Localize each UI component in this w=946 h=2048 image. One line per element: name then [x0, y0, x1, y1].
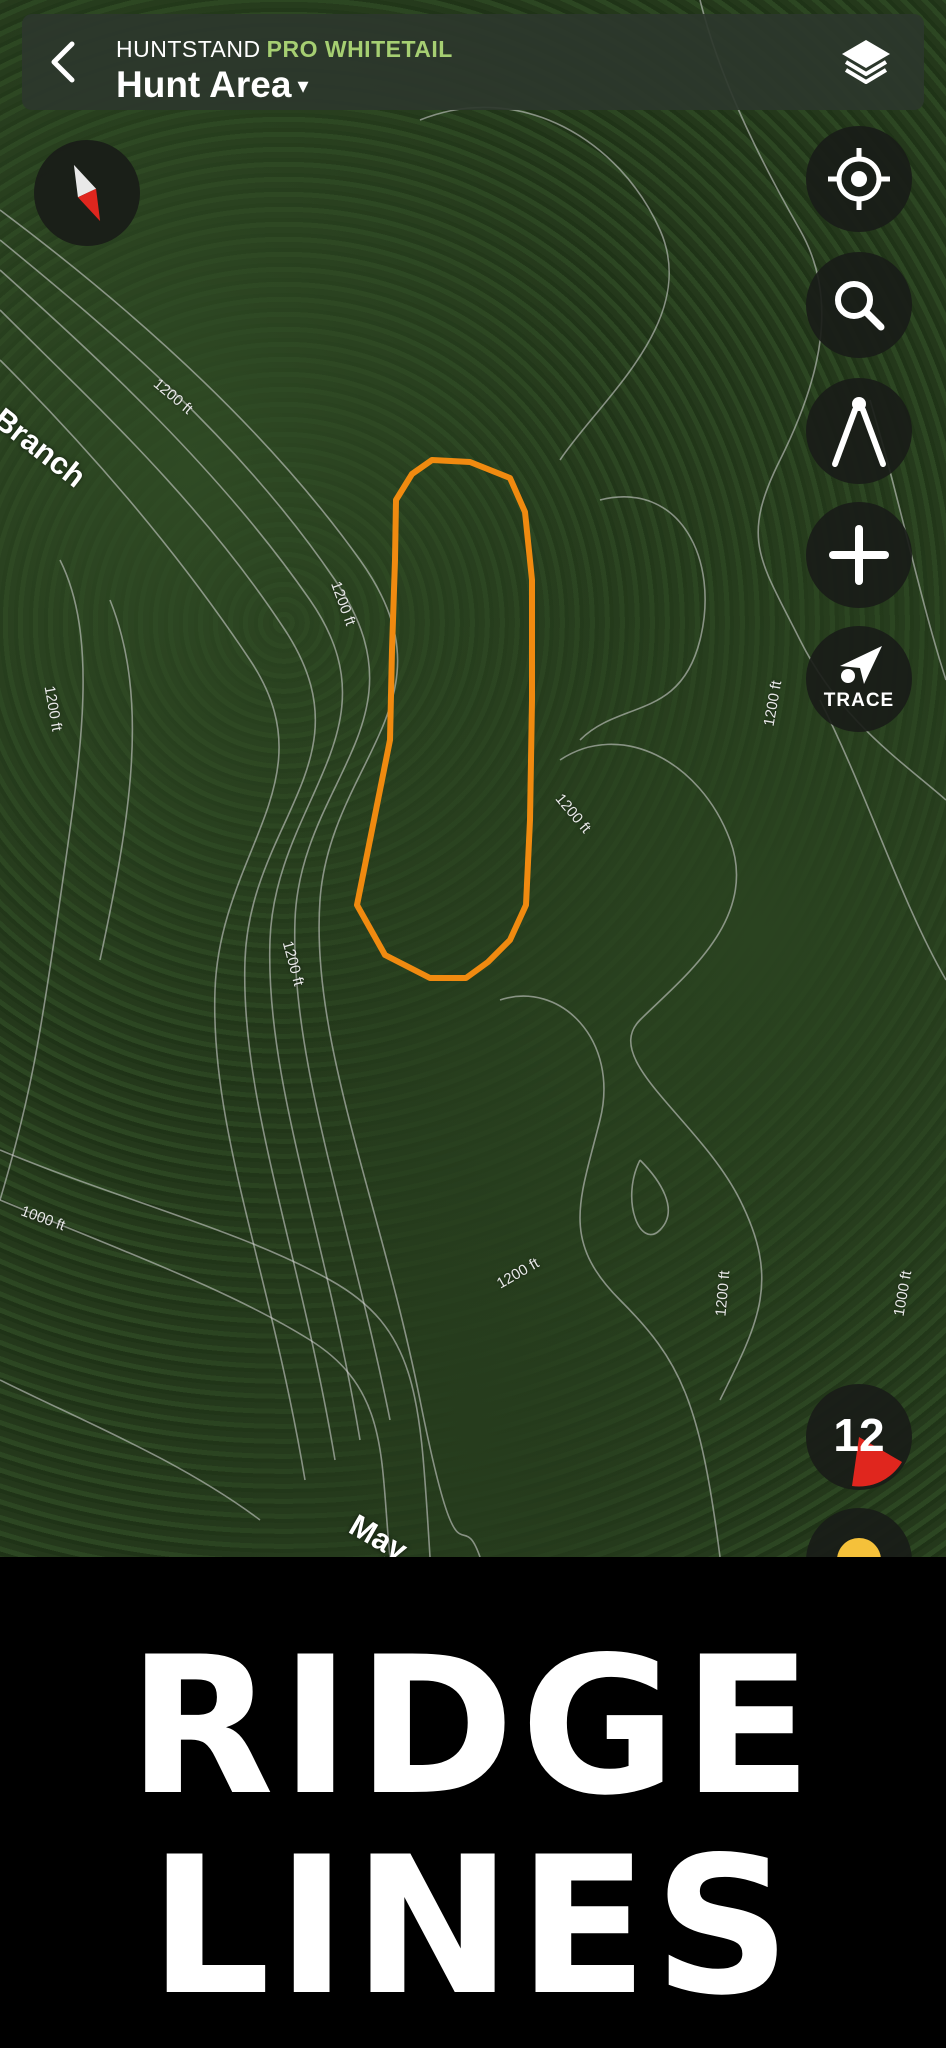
trace-arrow-icon	[840, 646, 882, 684]
brand-name: HUNTSTAND	[116, 36, 261, 62]
tier-label: PRO WHITETAIL	[266, 36, 453, 62]
sun-icon	[837, 1538, 881, 1557]
add-button[interactable]	[806, 502, 912, 608]
caption-banner: RIDGE LINES	[0, 1557, 946, 2048]
compass-button[interactable]	[34, 140, 140, 246]
hunt-area-outline[interactable]	[354, 457, 535, 981]
plus-icon	[829, 525, 889, 585]
hunt-area-selector[interactable]: Hunt Area ▾	[116, 64, 308, 106]
measure-button[interactable]	[806, 378, 912, 484]
zoom-level-indicator[interactable]: 12	[806, 1384, 912, 1490]
brand-label: HUNTSTAND PRO WHITETAIL	[116, 36, 453, 63]
page-title: Hunt Area	[116, 64, 292, 105]
search-icon	[835, 281, 885, 331]
search-button[interactable]	[806, 252, 912, 358]
trace-button[interactable]: TRACE	[806, 626, 912, 732]
layers-icon	[842, 40, 890, 84]
trace-label: TRACE	[823, 690, 895, 711]
back-button[interactable]	[42, 38, 86, 86]
layers-button[interactable]	[838, 34, 894, 90]
measure-icon	[832, 397, 886, 467]
caption-line-2: LINES	[149, 1816, 797, 2037]
compass-icon	[73, 164, 101, 222]
chevron-left-icon	[51, 41, 75, 83]
crosshair-icon	[828, 148, 890, 210]
zoom-level-number: 12	[833, 1409, 885, 1461]
locate-button[interactable]	[806, 126, 912, 232]
caption-line-1: RIDGE	[127, 1616, 819, 1837]
map-view[interactable]: Branch May 1200 ft 1200 ft 1200 ft 1200 …	[0, 0, 946, 1557]
top-bar: HUNTSTAND PRO WHITETAIL Hunt Area ▾	[22, 14, 924, 110]
dropdown-caret-icon: ▾	[297, 73, 309, 98]
contour-lines	[0, 0, 946, 1557]
